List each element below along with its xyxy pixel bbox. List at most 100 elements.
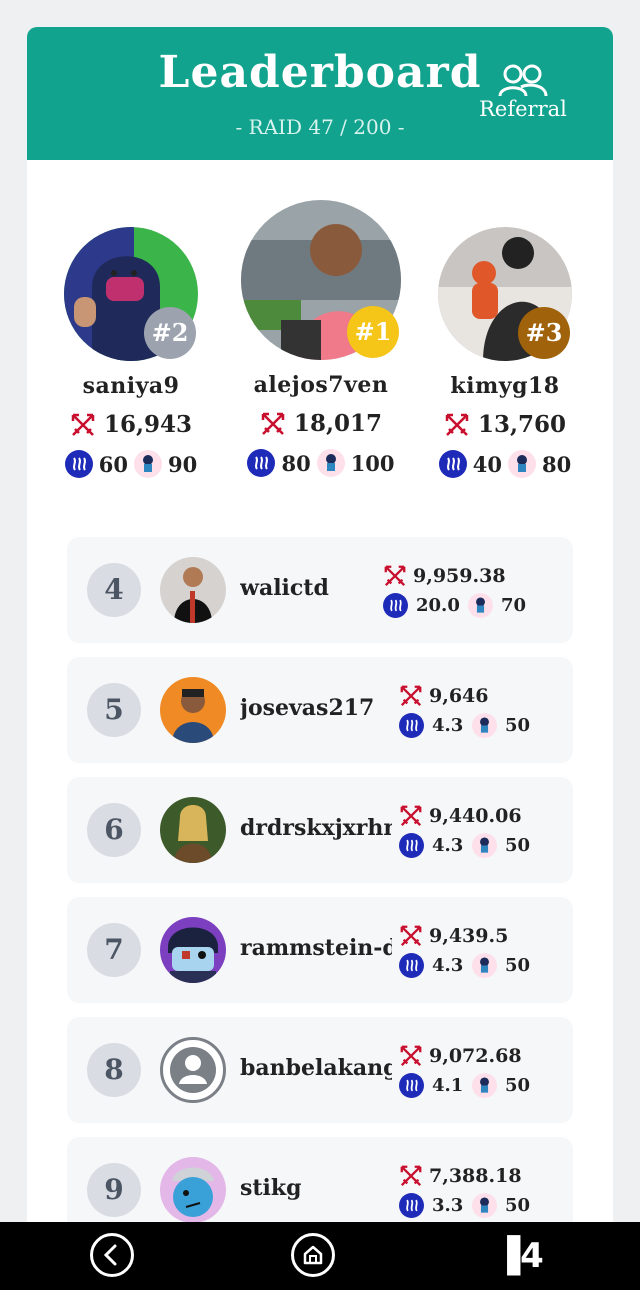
- steem-reward: 4.3: [432, 834, 464, 856]
- podium-name: alejos7ven: [253, 372, 389, 398]
- score-value: 9,440.06: [429, 805, 522, 827]
- avatar: [160, 797, 226, 863]
- app-logo-icon[interactable]: ▐4: [494, 1236, 550, 1276]
- score-value: 9,646: [429, 685, 489, 707]
- podium-second[interactable]: #2 saniya9 16,943 60 90: [57, 227, 205, 478]
- app-logo-text: ▐4: [494, 1236, 544, 1276]
- username: josevas217: [240, 695, 375, 721]
- swords-icon: [400, 1165, 422, 1187]
- steem-icon: [438, 450, 467, 478]
- list-item[interactable]: 4 walictd 9,959.38 20.0 70: [67, 537, 573, 643]
- token-icon: [472, 832, 497, 858]
- avatar: [160, 917, 226, 983]
- token-icon: [472, 952, 497, 978]
- steem-reward: 3.3: [432, 1194, 464, 1216]
- steem-reward: 60: [98, 451, 128, 477]
- podium-rewards: 80 100: [237, 449, 405, 477]
- row-stats: 7,388.18 3.3 50: [399, 1163, 584, 1219]
- swords-icon: [384, 565, 406, 587]
- list-item[interactable]: 6 drdrskxjxrhn 9,440.06 4.3 50: [67, 777, 573, 883]
- podium-rewards: 40 80: [431, 450, 579, 478]
- steem-icon: [399, 832, 424, 858]
- user-photo-icon: [160, 557, 226, 623]
- user-photo-icon: [160, 797, 226, 863]
- users-icon: [498, 64, 548, 97]
- row-stats: 9,646 4.3 50: [399, 683, 584, 739]
- token-reward: 50: [505, 714, 531, 736]
- steem-reward: 20.0: [416, 594, 460, 616]
- token-icon: [472, 1192, 497, 1218]
- token-icon: [134, 450, 162, 478]
- swords-icon: [71, 413, 95, 436]
- steem-icon: [247, 449, 276, 477]
- token-reward: 80: [542, 451, 572, 477]
- username: drdrskxjxrhn: [240, 815, 392, 841]
- steem-reward: 4.1: [432, 1074, 464, 1096]
- token-icon: [468, 592, 493, 618]
- rank-badge: #2: [144, 307, 196, 359]
- token-reward: 50: [505, 954, 531, 976]
- steem-icon: [399, 712, 424, 738]
- swords-icon: [400, 1045, 422, 1067]
- referral-button[interactable]: Referral: [475, 63, 571, 121]
- score-value: 9,439.5: [429, 925, 509, 947]
- token-icon: [472, 1072, 497, 1098]
- rank-number: 9: [87, 1163, 141, 1217]
- referral-label: Referral: [479, 97, 567, 121]
- podium-third[interactable]: #3 kimyg18 13,760 40 80: [431, 227, 579, 478]
- avatar: #3: [438, 227, 572, 361]
- avatar: [160, 1157, 226, 1223]
- steem-icon: [399, 952, 424, 978]
- steem-icon: [399, 1072, 424, 1098]
- swords-icon: [400, 685, 422, 707]
- score-value: 7,388.18: [429, 1165, 522, 1187]
- score-value: 9,072.68: [429, 1045, 522, 1067]
- swords-icon: [445, 413, 469, 436]
- rank-number: 4: [87, 563, 141, 617]
- steem-reward: 4.3: [432, 714, 464, 736]
- swords-icon: [400, 805, 422, 827]
- steem-icon: [64, 450, 93, 478]
- row-stats: 9,440.06 4.3 50: [399, 803, 584, 859]
- rank-number: 8: [87, 1043, 141, 1097]
- username: rammstein-dj: [240, 935, 392, 961]
- home-icon: [303, 1245, 323, 1265]
- avatar: #1: [241, 200, 401, 360]
- steem-icon: [383, 592, 408, 618]
- token-icon: [508, 450, 536, 478]
- home-button[interactable]: [291, 1233, 335, 1277]
- rank-number: 5: [87, 683, 141, 737]
- leaderboard-header: Leaderboard - RAID 47 / 200 - Referral: [27, 27, 613, 160]
- score-value: 16,943: [103, 411, 193, 438]
- token-reward: 50: [505, 1074, 531, 1096]
- username: stikg: [240, 1175, 302, 1201]
- swords-icon: [400, 925, 422, 947]
- token-reward: 50: [505, 834, 531, 856]
- podium-name: kimyg18: [450, 373, 560, 399]
- list-item[interactable]: 7 rammstein-dj 9,439.5 4.3 50: [67, 897, 573, 1003]
- steem-icon: [399, 1192, 424, 1218]
- rank-badge: #3: [518, 307, 570, 359]
- rank-number: 7: [87, 923, 141, 977]
- steem-reward: 4.3: [432, 954, 464, 976]
- podium-rewards: 60 90: [57, 450, 205, 478]
- back-button[interactable]: [90, 1233, 134, 1277]
- podium-score: 18,017: [237, 410, 405, 437]
- rank-badge: #1: [347, 306, 399, 358]
- list-item[interactable]: 8 banbelakang 9,072.68 4.1 50: [67, 1017, 573, 1123]
- podium-score: 16,943: [57, 411, 205, 438]
- token-reward: 50: [505, 1194, 531, 1216]
- steem-reward: 40: [472, 451, 502, 477]
- list-item[interactable]: 5 josevas217 9,646 4.3 50: [67, 657, 573, 763]
- rank-number: 6: [87, 803, 141, 857]
- user-photo-icon: [160, 677, 226, 743]
- username: walictd: [240, 575, 329, 601]
- default-user-icon: [170, 1047, 216, 1093]
- row-stats: 9,439.5 4.3 50: [399, 923, 584, 979]
- row-stats: 9,959.38 20.0 70: [383, 563, 568, 619]
- leaderboard-card: Leaderboard - RAID 47 / 200 - Referral #…: [27, 27, 613, 1257]
- user-photo-icon: [160, 1157, 226, 1223]
- steem-reward: 80: [281, 450, 311, 476]
- podium-first[interactable]: #1 alejos7ven 18,017 80 100: [237, 200, 405, 477]
- avatar: [160, 557, 226, 623]
